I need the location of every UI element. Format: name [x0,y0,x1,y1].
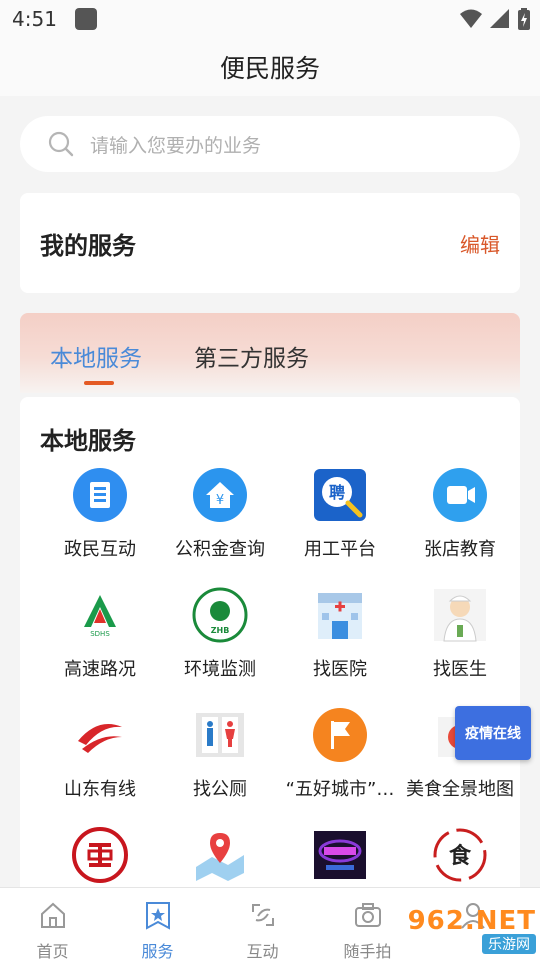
search-placeholder: 请输入您要办的业务 [90,134,262,157]
service-item-label: 高速路况 [64,659,136,680]
tab-third-party-services[interactable]: 第三方服务 [194,339,309,373]
service-item[interactable]: 张店教育 [400,467,520,587]
svg-text:ZHB: ZHB [211,626,230,635]
service-item-label: 找公厕 [193,779,247,800]
service-item[interactable]: 政民互动 [40,467,160,587]
service-item[interactable]: 找公厕 [160,707,280,827]
service-item[interactable]: ZHB 环境监测 [160,587,280,707]
service-item-label: 用工平台 [304,539,376,560]
neon-sign-icon [312,827,368,883]
status-bar: 4:51 [0,0,540,38]
nav-item[interactable]: 互动 [210,888,315,960]
nav-item-label: 随手拍 [343,942,392,960]
watermark-logo: 962.NET 乐游网 [400,905,536,955]
wifi-icon [460,9,482,28]
sdhs-logo-icon: SDHS [72,587,128,643]
service-item-label: “五好城市”… [285,779,395,800]
service-item-label: 公积金查询 [175,539,265,560]
service-item-label: 找医院 [313,659,367,680]
battery-charging-icon [518,8,530,30]
svg-text:¥: ¥ [216,493,224,508]
page-header: 便民服务 [0,38,540,96]
status-indicators [460,8,530,30]
local-services-panel: 本地服务 政民互动 ¥ 公积金查询聘用工平台 张店教育 SDHS 高速路况 ZHB 环境监测找… [20,397,520,897]
service-tabs: 本地服务 第三方服务 [20,313,520,393]
service-item[interactable]: 聘用工平台 [280,467,400,587]
cable-logo-icon [72,707,128,763]
status-time: 4:51 [12,7,57,31]
video-icon [432,467,488,523]
tab-local-services[interactable]: 本地服务 [50,339,142,373]
watermark-sub-text: 乐游网 [482,934,536,954]
nav-item[interactable]: 首页 [0,888,105,960]
nav-item-label: 首页 [36,942,69,960]
svg-text:食: 食 [449,843,472,869]
food-brand-icon: 食 [432,827,488,883]
search-input[interactable]: 请输入您要办的业务 [20,116,520,172]
document-icon [72,467,128,523]
service-item-label: 政民互动 [64,539,136,560]
house-yuan-icon: ¥ [192,467,248,523]
map-pin-icon [192,827,248,883]
svg-text:SDHS: SDHS [90,630,110,638]
service-item-label: 山东有线 [64,779,136,800]
service-item-label: 美食全景地图 [406,779,514,800]
nav-item-label: 互动 [246,942,279,960]
active-tab-indicator [84,381,114,385]
my-services-card: 我的服务 编辑 [20,193,520,293]
svg-text:聘: 聘 [329,483,345,502]
service-item[interactable]: 找医生 [400,587,520,707]
service-item[interactable]: ¥ 公积金查询 [160,467,280,587]
epidemic-online-badge[interactable]: 疫情在线 [455,706,531,760]
section-title: 本地服务 [40,427,136,455]
bank-logo-icon [72,827,128,883]
my-services-title: 我的服务 [40,231,136,260]
edit-button[interactable]: 编辑 [460,229,500,258]
doctor-icon [432,587,488,643]
service-item[interactable]: 找医院 [280,587,400,707]
service-item[interactable]: “五好城市”… [280,707,400,827]
service-item-label: 环境监测 [184,659,256,680]
interact-icon [248,900,278,934]
hire-search-icon: 聘 [312,467,368,523]
nav-item-label: 服务 [141,942,174,960]
hospital-icon [312,587,368,643]
toilet-icon [192,707,248,763]
service-item[interactable]: 山东有线 [40,707,160,827]
service-item-label: 张店教育 [424,539,496,560]
signal-icon [490,9,509,28]
service-item-label: 找医生 [433,659,487,680]
search-icon [48,131,74,157]
search-area: 请输入您要办的业务 [0,96,540,174]
service-grid: 政民互动 ¥ 公积金查询聘用工平台 张店教育 SDHS 高速路况 ZHB 环境监测 找医院 找医生… [20,467,520,897]
home-icon [38,900,68,934]
service-star-icon [143,900,173,934]
watermark-main-text: 962.NET [407,906,536,936]
service-item[interactable]: SDHS 高速路况 [40,587,160,707]
camera-icon [353,900,383,934]
page-title: 便民服务 [219,54,320,83]
zhb-emblem-icon: ZHB [192,587,248,643]
app-notification-icon [74,8,97,30]
nav-item[interactable]: 服务 [105,888,210,960]
flag-icon [312,707,368,763]
